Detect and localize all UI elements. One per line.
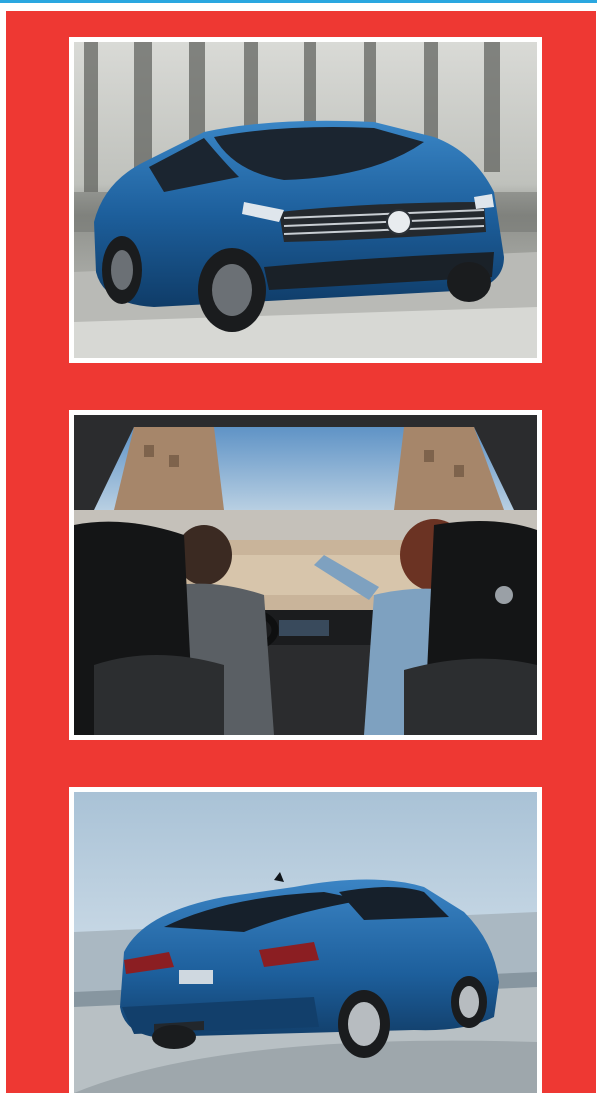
car-front-image [74, 42, 537, 358]
page [0, 0, 597, 1093]
car-rear-image [74, 792, 537, 1093]
top-accent-rule [0, 0, 597, 3]
car-interior-photo [69, 410, 542, 740]
car-interior-image [74, 415, 537, 735]
car-front-photo [69, 37, 542, 363]
car-rear-photo [69, 787, 542, 1093]
